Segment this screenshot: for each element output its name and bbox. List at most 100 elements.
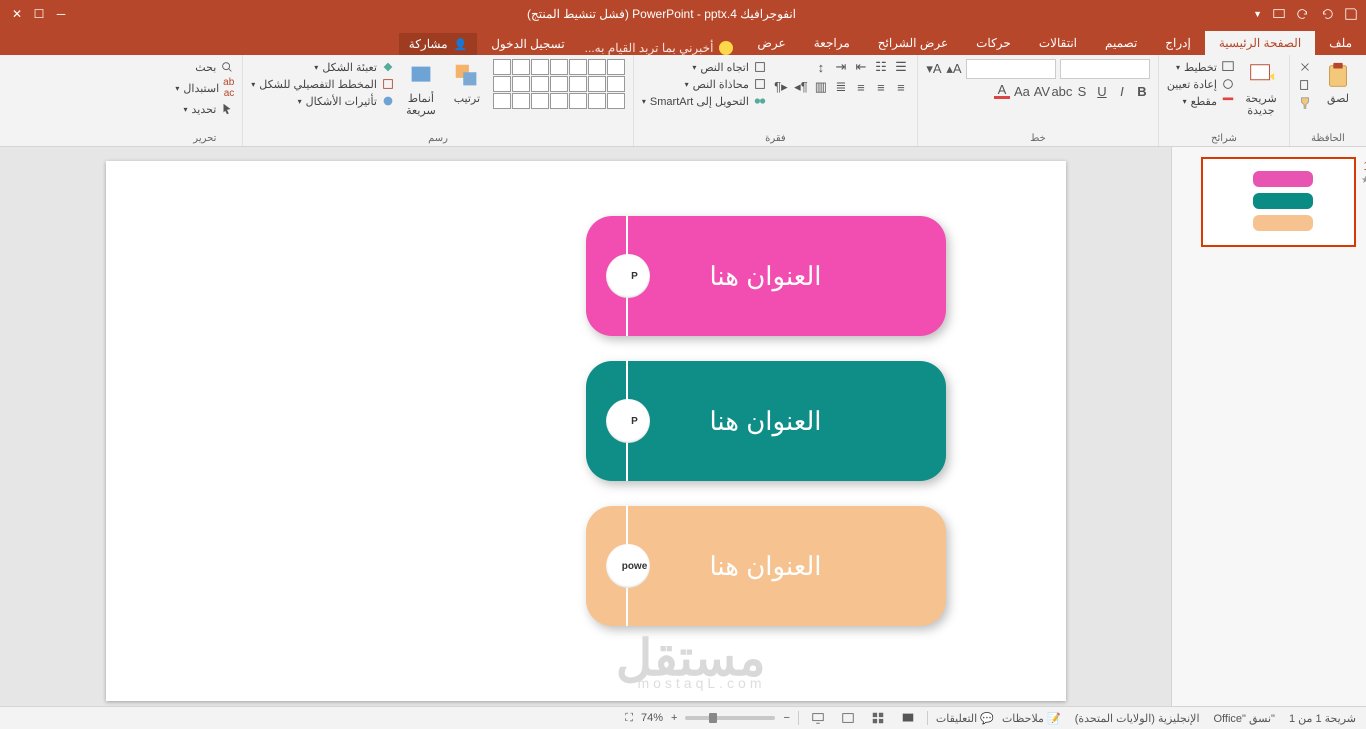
quick-styles-button[interactable]: أنماط سريعة [401,59,441,119]
align-left-button[interactable]: ≡ [853,79,869,95]
infographic-pill-3[interactable]: powe العنوان هنا [586,506,946,626]
bold-button[interactable]: B [1134,83,1150,99]
tab-transitions[interactable]: انتقالات [1025,31,1091,55]
font-color-button[interactable]: A [994,83,1010,99]
workspace: 1 ★ P العنوان هنا P العنوان هنا powe الع… [0,147,1366,706]
infographic-pill-2[interactable]: P العنوان هنا [586,361,946,481]
maximize-button[interactable]: ☐ [32,7,46,21]
pill-3-title: العنوان هنا [710,551,822,582]
tab-animations[interactable]: حركات [962,31,1025,55]
justify-button[interactable]: ≣ [833,79,849,95]
cut-button[interactable] [1298,59,1312,75]
close-button[interactable]: ✕ [10,7,24,21]
ltr-button[interactable]: ▸¶ [773,79,789,95]
tab-view[interactable]: عرض [743,31,799,55]
zoom-level[interactable]: 74% [641,712,663,724]
share-button[interactable]: مشاركة [399,33,477,55]
titlebar: ▼ انفوجرافيك PowerPoint - pptx.4 (فشل تن… [0,0,1366,28]
tell-me-search[interactable]: أخبرني بما تربد القيام به... [575,41,744,55]
case-button[interactable]: Aa [1014,83,1030,99]
tab-file[interactable]: ملف [1315,31,1366,55]
bullets-button[interactable]: ☰ [893,59,909,75]
pill-2-title: العنوان هنا [710,406,822,437]
slide-thumbnail-1[interactable] [1201,157,1356,247]
status-bar: شريحة 1 من 1 "نسق "Office الإنجليزية (ال… [0,706,1366,729]
spacing-button[interactable]: AV [1034,83,1050,99]
layout-button[interactable]: تخطيط▾ [1167,59,1235,75]
indent-inc-button[interactable]: ⇥ [833,59,849,75]
format-painter-button[interactable] [1298,95,1312,111]
smartart-button[interactable]: التحويل إلى SmartArt▾ [642,93,767,109]
language-status[interactable]: الإنجليزية (الولايات المتحدة) [1075,712,1200,725]
strikethrough-button[interactable]: S [1074,83,1090,99]
redo-icon[interactable] [1296,7,1310,21]
undo-icon[interactable] [1320,7,1334,21]
tab-design[interactable]: تصميم [1091,31,1151,55]
shadow-button[interactable]: abc [1054,83,1070,99]
window-title: انفوجرافيك PowerPoint - pptx.4 (فشل تنشي… [78,7,1245,21]
font-name-input[interactable] [1060,59,1150,79]
sorter-view-button[interactable] [867,710,889,726]
notes-toggle[interactable]: 📝 ملاحظات [1002,712,1061,725]
ribbon-tabs: ملف الصفحة الرئيسية إدراج تصميم انتقالات… [0,28,1366,55]
save-icon[interactable] [1344,7,1358,21]
start-icon[interactable] [1272,7,1286,21]
columns-button[interactable]: ▥ [813,79,829,95]
reset-button[interactable]: إعادة تعيين [1167,76,1235,92]
indent-dec-button[interactable]: ⇤ [853,59,869,75]
rtl-button[interactable]: ¶◂ [793,79,809,95]
slide[interactable]: P العنوان هنا P العنوان هنا powe العنوان… [106,161,1066,701]
arrange-button[interactable]: ترتيب [447,59,487,107]
tab-slideshow[interactable]: عرض الشرائح [864,31,962,55]
text-align-button[interactable]: محاذاة النص▾ [642,76,767,92]
copy-button[interactable] [1298,77,1312,93]
group-font: A▴ A▾ B I U S abc AV Aa A خط [917,55,1158,146]
underline-button[interactable]: U [1094,83,1110,99]
minimize-button[interactable]: ─ [54,7,68,21]
replace-button[interactable]: abacاستبدال▾ [175,76,234,100]
align-right-button[interactable]: ≡ [893,79,909,95]
infographic-pill-1[interactable]: P العنوان هنا [586,216,946,336]
normal-view-button[interactable] [897,710,919,726]
pill-2-knob: P [606,399,650,443]
increase-font-icon[interactable]: A▴ [946,61,962,77]
slideshow-view-button[interactable] [807,710,829,726]
italic-button[interactable]: I [1114,83,1130,99]
tab-review[interactable]: مراجعة [800,31,864,55]
align-center-button[interactable]: ≡ [873,79,889,95]
new-slide-button[interactable]: شريحة جديدة [1241,59,1281,119]
decrease-font-icon[interactable]: A▾ [926,61,942,77]
shape-outline-button[interactable]: المخطط التفصيلي للشكل▾ [251,76,395,92]
shape-effects-button[interactable]: تأثيرات الأشكال▾ [251,93,395,109]
numbering-button[interactable]: ☷ [873,59,889,75]
font-size-input[interactable] [966,59,1056,79]
line-spacing-button[interactable]: ↕ [813,59,829,75]
fit-to-window-button[interactable]: ⛶ [625,712,633,725]
qat-dropdown-icon[interactable]: ▼ [1253,9,1262,19]
ribbon: لصق الحافظة شريحة جديدة تخطيط▾ إعادة تعي… [0,55,1366,147]
zoom-in-button[interactable]: + [671,712,677,724]
slide-canvas-area[interactable]: P العنوان هنا P العنوان هنا powe العنوان… [0,147,1171,706]
shape-fill-button[interactable]: تعبئة الشكل▾ [251,59,395,75]
direction-icon [753,60,767,74]
zoom-out-button[interactable]: − [783,712,789,724]
comments-toggle[interactable]: 💬 التعليقات [936,712,994,725]
layout-icon [1221,60,1235,74]
find-button[interactable]: بحث [175,59,234,75]
section-button[interactable]: مقطع▾ [1167,93,1235,109]
shapes-gallery[interactable] [493,59,625,109]
tab-home[interactable]: الصفحة الرئيسية [1205,31,1315,55]
zoom-slider[interactable] [685,716,775,720]
animation-star-icon: ★ [1361,175,1366,186]
text-direction-button[interactable]: اتجاه النص▾ [642,59,767,75]
outline-icon [381,77,395,91]
section-icon [1221,94,1235,108]
reading-view-button[interactable] [837,710,859,726]
tab-insert[interactable]: إدراج [1151,31,1205,55]
pill-1-knob: P [606,254,650,298]
slide-thumbnails-panel: 1 ★ [1171,147,1366,706]
paste-button[interactable]: لصق [1318,59,1358,107]
group-editing: بحث abacاستبدال▾ تحديد▾ تحرير [167,55,242,146]
select-button[interactable]: تحديد▾ [175,101,234,117]
signin-link[interactable]: تسجيل الدخول [491,37,564,51]
